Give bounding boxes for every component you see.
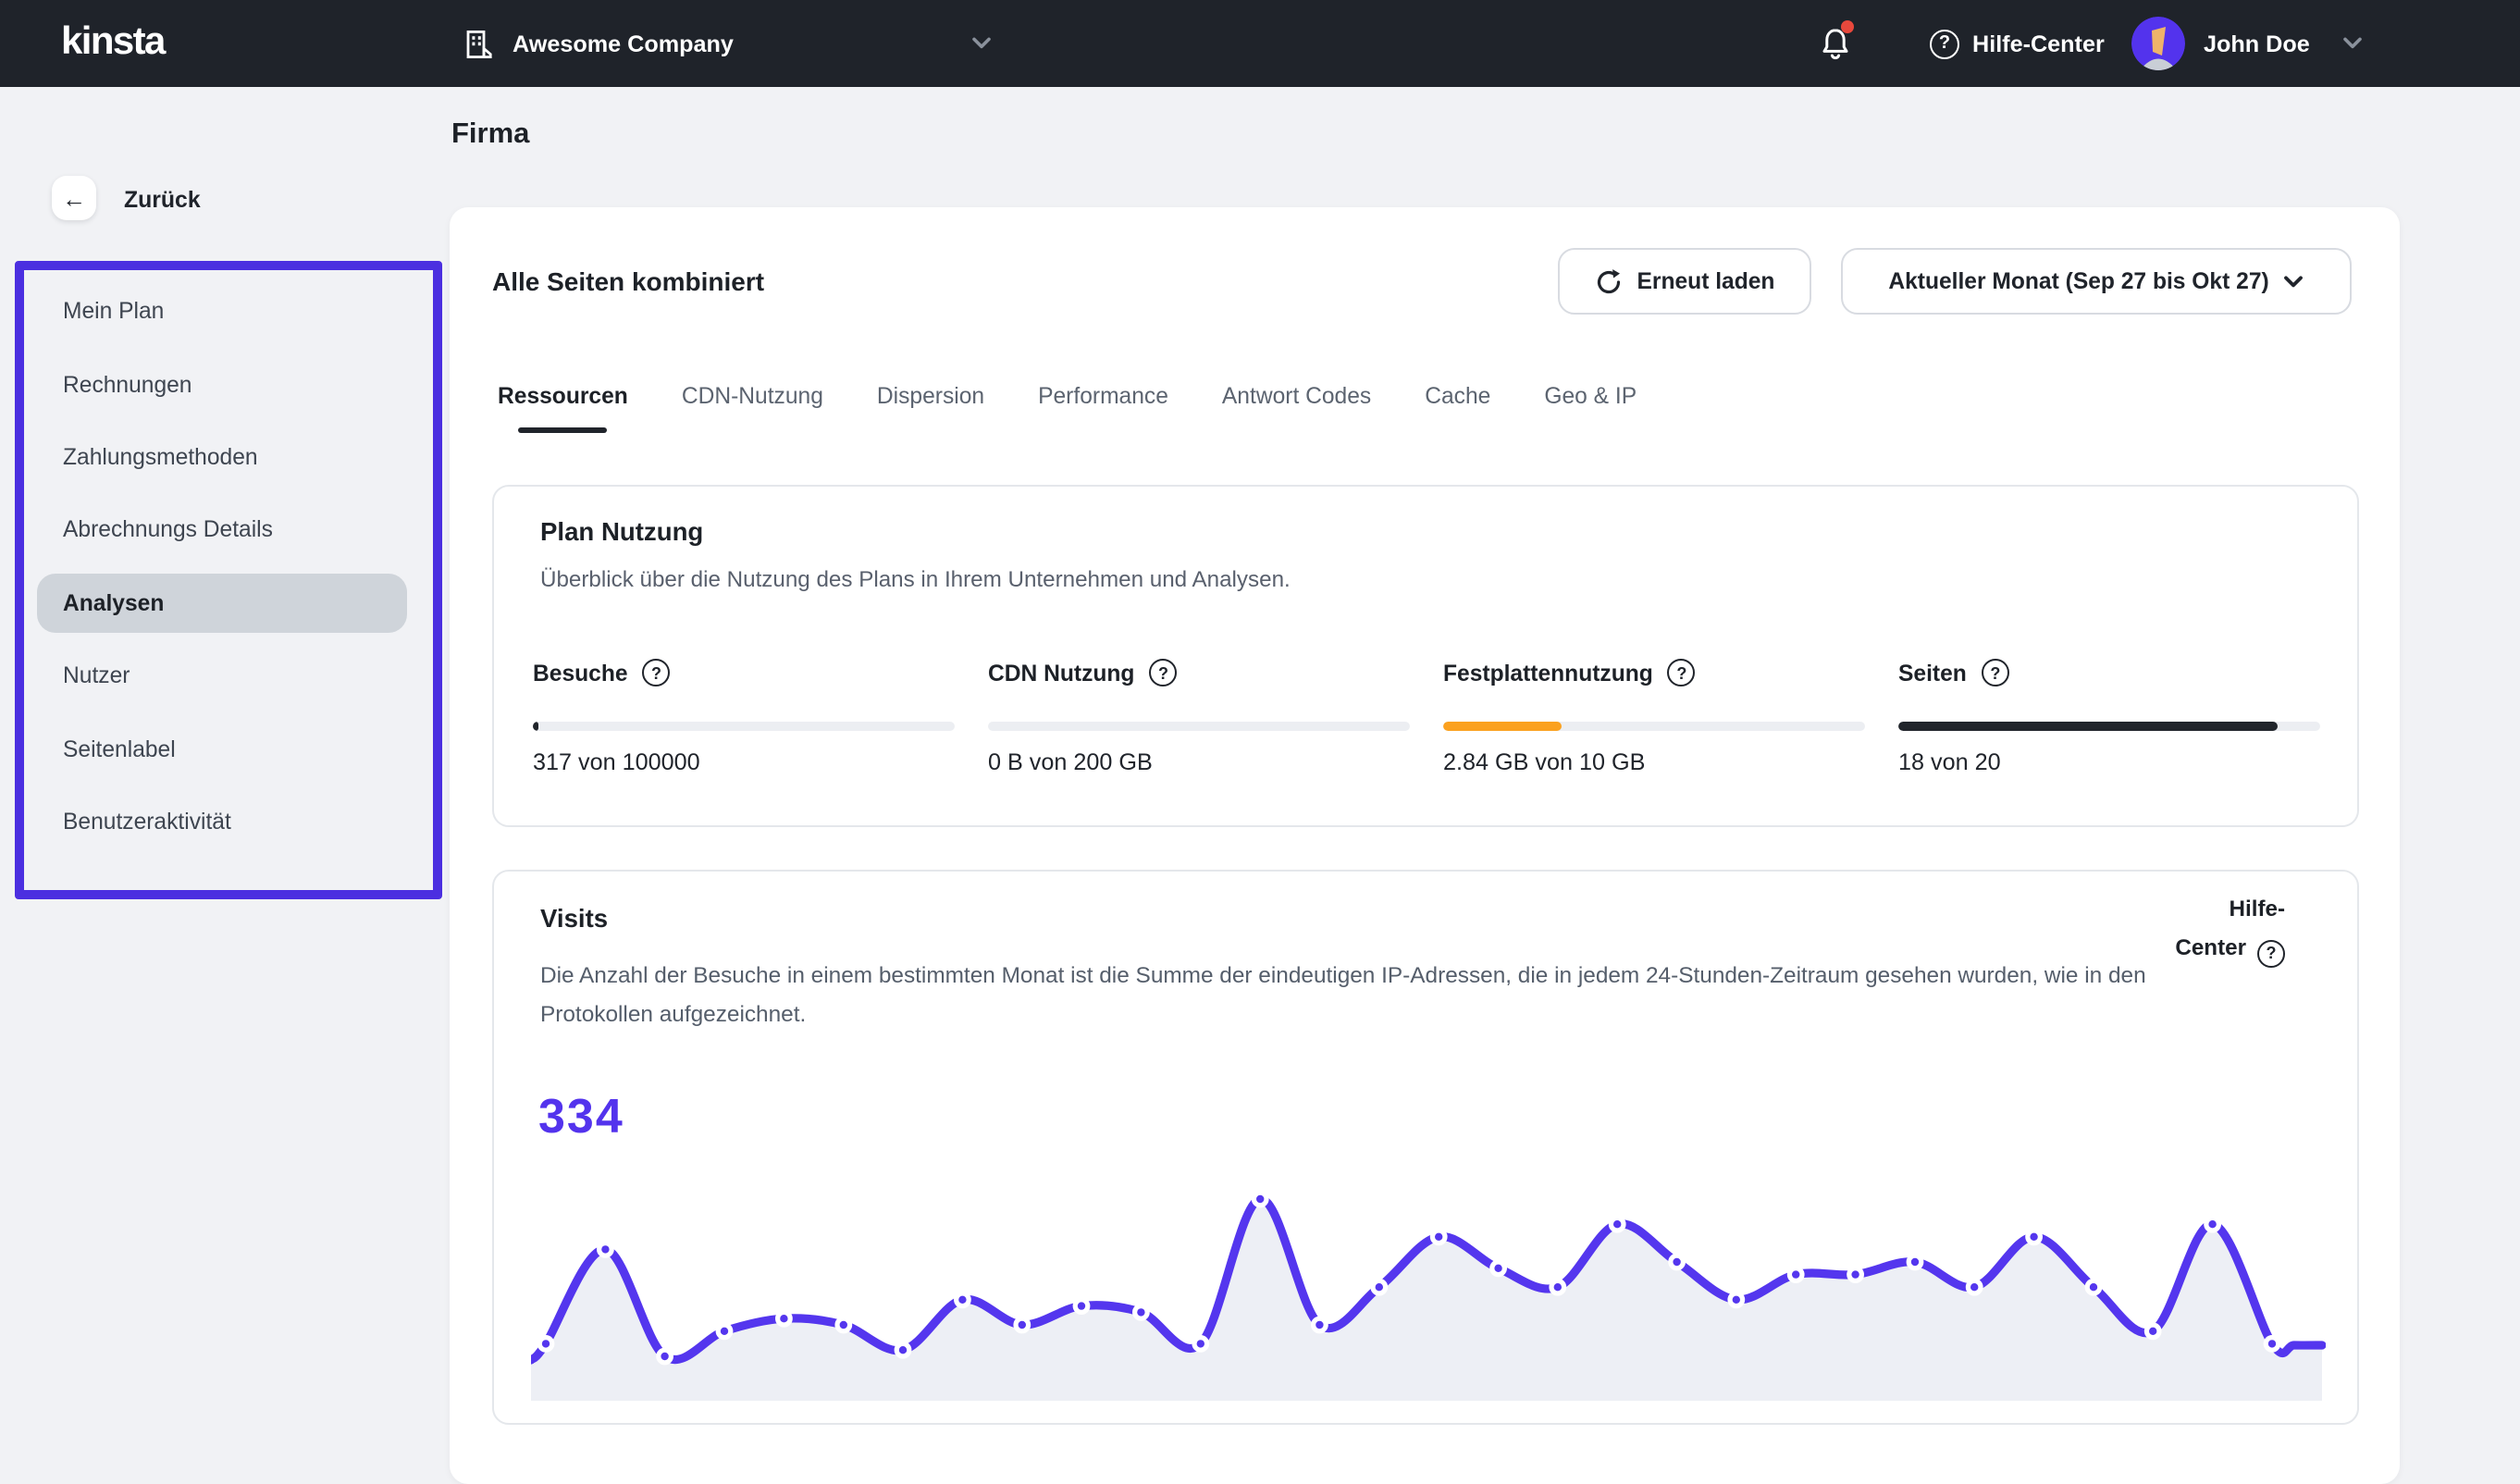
metric-value: 0 B von 200 GB <box>988 749 1153 775</box>
metric-seiten: Seiten ? 18 von 20 <box>1898 659 2320 775</box>
visits-title: Visits <box>540 905 609 933</box>
help-center-link[interactable]: ? Hilfe-Center <box>1930 0 2105 87</box>
plan-usage-card <box>492 485 2359 827</box>
visits-description: Die Anzahl der Besuche in einem bestimmt… <box>540 962 2146 1026</box>
metric-label: Besuche <box>533 660 628 686</box>
sidebar-item-analysen[interactable]: Analysen <box>63 590 164 616</box>
sidebar-item-abrechnungs-details[interactable]: Abrechnungs Details <box>63 516 273 542</box>
notifications-button[interactable] <box>1817 20 1858 67</box>
progress-fill <box>1898 722 2279 731</box>
sidebar-item-seitenlabel[interactable]: Seitenlabel <box>63 736 176 762</box>
sidebar-item-mein-plan[interactable]: Mein Plan <box>63 297 164 323</box>
back-arrow-icon: ← <box>62 184 86 212</box>
progress-track <box>1898 722 2320 731</box>
user-menu[interactable]: John Doe <box>2131 0 2364 87</box>
kinsta-dashboard: kinsta Awesome Company ? Hilfe-Center Jo… <box>0 0 2520 1484</box>
chevron-down-icon <box>2284 275 2304 288</box>
metric-label: Seiten <box>1898 660 1967 686</box>
progress-track <box>988 722 1410 731</box>
metric-besuche: Besuche ? 317 von 100000 <box>533 659 955 775</box>
sidebar-item-zahlungsmethoden[interactable]: Zahlungsmethoden <box>63 443 258 469</box>
metric-cdn-nutzung: CDN Nutzung ? 0 B von 200 GB <box>988 659 1410 775</box>
tab-ressourcen[interactable]: Ressourcen <box>498 383 628 433</box>
topbar: kinsta Awesome Company ? Hilfe-Center Jo… <box>0 0 2520 87</box>
help-line-1: Hilfe- <box>2229 896 2285 921</box>
progress-fill <box>1443 722 1562 731</box>
period-selector[interactable]: Aktueller Monat (Sep 27 bis Okt 27) <box>1841 248 2352 315</box>
plan-usage-metrics: Besuche ? 317 von 100000 CDN Nutzung ? 0… <box>533 659 2320 775</box>
company-name: Awesome Company <box>513 31 734 56</box>
visits-card <box>492 870 2359 1425</box>
back-button[interactable]: ← <box>52 176 96 220</box>
tab-cdn-nutzung[interactable]: CDN-Nutzung <box>682 383 823 433</box>
metric-value: 18 von 20 <box>1898 749 2001 775</box>
chevron-down-icon <box>972 37 993 50</box>
metric-value: 2.84 GB von 10 GB <box>1443 749 1646 775</box>
tab-dispersion[interactable]: Dispersion <box>877 383 984 433</box>
metric-label: Festplattennutzung <box>1443 660 1653 686</box>
tab-geo-ip[interactable]: Geo & IP <box>1544 383 1637 433</box>
tab-antwort-codes[interactable]: Antwort Codes <box>1222 383 1371 433</box>
plan-usage-title: Plan Nutzung <box>540 518 704 546</box>
metric-value: 317 von 100000 <box>533 749 700 775</box>
sidebar-item-nutzer[interactable]: Nutzer <box>63 662 130 688</box>
visits-total: 334 <box>538 1088 624 1144</box>
plan-usage-subtitle: Überblick über die Nutzung des Plans in … <box>540 566 1291 592</box>
question-circle-icon: ? <box>2257 940 2285 968</box>
progress-track <box>533 722 955 731</box>
notification-dot <box>1841 20 1854 33</box>
chevron-down-icon <box>2343 37 2364 50</box>
question-circle-icon: ? <box>1930 29 1959 58</box>
sidebar-item-benutzeraktivitaet[interactable]: Benutzeraktivität <box>63 809 231 835</box>
building-icon <box>463 27 496 60</box>
progress-fill <box>533 722 539 731</box>
question-circle-icon[interactable]: ? <box>1667 659 1696 686</box>
metric-label: CDN Nutzung <box>988 660 1135 686</box>
back-label: Zurück <box>124 187 201 213</box>
combined-sites-title: Alle Seiten kombiniert <box>492 266 765 296</box>
company-selector[interactable]: Awesome Company <box>463 0 993 87</box>
progress-track <box>1443 722 1865 731</box>
help-center-label: Hilfe-Center <box>1972 31 2105 56</box>
tab-performance[interactable]: Performance <box>1038 383 1168 433</box>
period-label: Aktueller Monat (Sep 27 bis Okt 27) <box>1888 268 2269 294</box>
refresh-icon <box>1595 267 1623 295</box>
analytics-tabs: Ressourcen CDN-Nutzung Dispersion Perfor… <box>498 383 1637 433</box>
question-circle-icon[interactable]: ? <box>1149 659 1178 686</box>
kinsta-logo: kinsta <box>61 20 166 63</box>
user-name: John Doe <box>2204 31 2310 56</box>
reload-button[interactable]: Erneut laden <box>1558 248 1811 315</box>
avatar <box>2131 17 2185 70</box>
sidebar-item-rechnungen[interactable]: Rechnungen <box>63 371 192 397</box>
page-title: Firma <box>451 118 530 150</box>
question-circle-icon[interactable]: ? <box>1981 659 2009 686</box>
visits-line-chart[interactable] <box>531 1168 2326 1401</box>
tab-cache[interactable]: Cache <box>1425 383 1490 433</box>
reload-label: Erneut laden <box>1637 268 1775 294</box>
metric-festplattennutzung: Festplattennutzung ? 2.84 GB von 10 GB <box>1443 659 1865 775</box>
question-circle-icon[interactable]: ? <box>642 659 671 686</box>
